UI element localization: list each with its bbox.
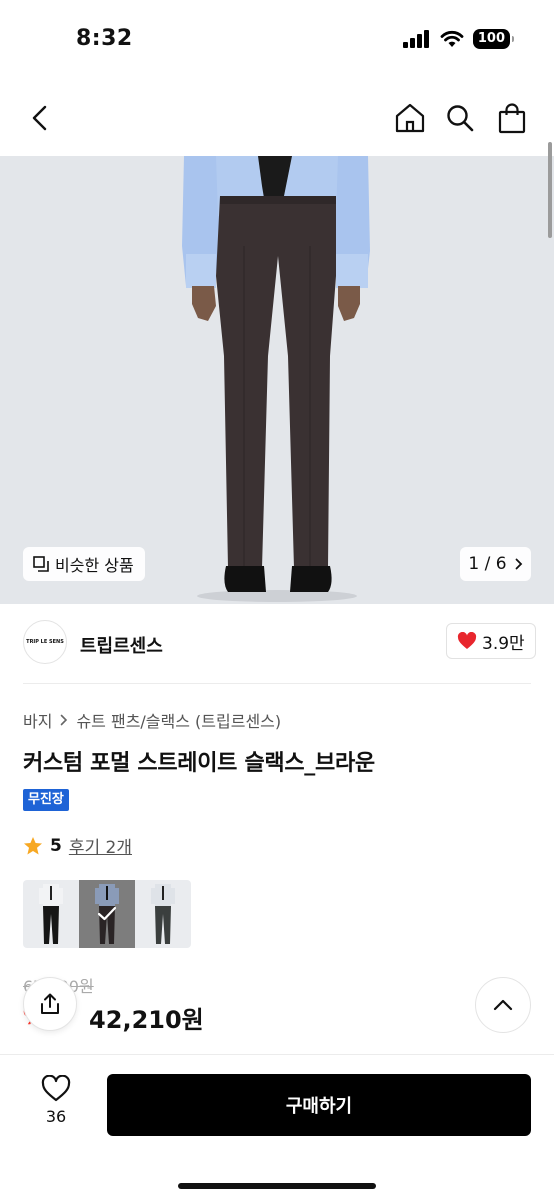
status-icons: 100	[402, 29, 515, 49]
search-icon	[447, 105, 474, 132]
back-button[interactable]	[22, 100, 58, 136]
similar-products-button[interactable]: 비슷한 상품	[23, 547, 145, 581]
color-variant-thumbnails	[23, 880, 191, 948]
heart-filled-icon	[457, 632, 477, 649]
home-icon	[395, 103, 425, 133]
share-button[interactable]	[23, 977, 77, 1031]
similar-products-label: 비슷한 상품	[55, 556, 134, 575]
image-counter[interactable]: 1 / 6	[460, 547, 531, 581]
home-indicator	[178, 1183, 376, 1189]
variant-photo	[151, 884, 175, 944]
brand-like-count: 3.9만	[482, 633, 525, 654]
top-nav	[0, 84, 554, 156]
event-tag-badge: 무진장	[23, 789, 69, 811]
brand-logo-text: TRIP LE SENS	[26, 639, 64, 645]
breadcrumb-category[interactable]: 바지	[23, 708, 52, 732]
rating-row: 5 후기 2개	[23, 833, 132, 858]
heart-outline-icon	[41, 1075, 71, 1102]
product-photo	[0, 156, 554, 604]
brand-logo[interactable]: TRIP LE SENS	[23, 620, 67, 664]
chevron-right-icon	[515, 558, 522, 570]
star-icon	[24, 836, 42, 854]
wishlist-button[interactable]: 36	[32, 1075, 80, 1126]
chevron-right-icon	[61, 714, 68, 726]
back-icon	[32, 105, 47, 131]
cart-button[interactable]	[494, 100, 530, 136]
variant-thumbnail-brown[interactable]	[79, 880, 135, 948]
copy-icon	[33, 556, 49, 572]
product-image-carousel[interactable]: 비슷한 상품 1 / 6	[0, 156, 554, 604]
buy-button[interactable]: 구매하기	[107, 1074, 531, 1136]
divider	[23, 683, 531, 684]
breadcrumb-subcategory[interactable]: 슈트 팬츠/슬랙스 (트립르센스)	[76, 708, 281, 732]
battery-indicator: 100	[472, 29, 515, 49]
scroll-to-top-button[interactable]	[475, 977, 531, 1033]
cellular-signal-icon	[402, 30, 429, 48]
rating-score: 5	[50, 835, 62, 856]
sale-price: 42,210원	[89, 1006, 204, 1034]
search-button[interactable]	[442, 100, 478, 136]
brand-like-button[interactable]: 3.9만	[446, 623, 536, 659]
variant-thumbnail-gray[interactable]	[135, 880, 191, 948]
home-button[interactable]	[392, 100, 428, 136]
status-time: 8:32	[76, 26, 133, 51]
bottom-action-bar: 36 구매하기	[0, 1054, 554, 1200]
variant-thumbnail-black[interactable]	[23, 880, 79, 948]
image-counter-text: 1 / 6	[468, 554, 507, 574]
product-title: 커스텀 포멀 스트레이트 슬랙스_브라운	[23, 751, 375, 776]
share-icon	[41, 993, 59, 1014]
page-scrollbar[interactable]	[548, 142, 552, 238]
variant-photo	[39, 884, 63, 944]
status-bar: 8:32 100	[0, 0, 554, 84]
breadcrumb: 바지 슈트 팬츠/슬랙스 (트립르센스)	[23, 708, 281, 732]
wishlist-count: 36	[45, 1107, 67, 1126]
checkmark-icon	[97, 906, 117, 921]
wifi-icon	[440, 30, 464, 47]
bag-icon	[498, 103, 526, 134]
chevron-up-icon	[493, 999, 513, 1011]
brand-name[interactable]: 트립르센스	[80, 632, 163, 658]
review-count-link[interactable]: 후기 2개	[69, 833, 132, 858]
